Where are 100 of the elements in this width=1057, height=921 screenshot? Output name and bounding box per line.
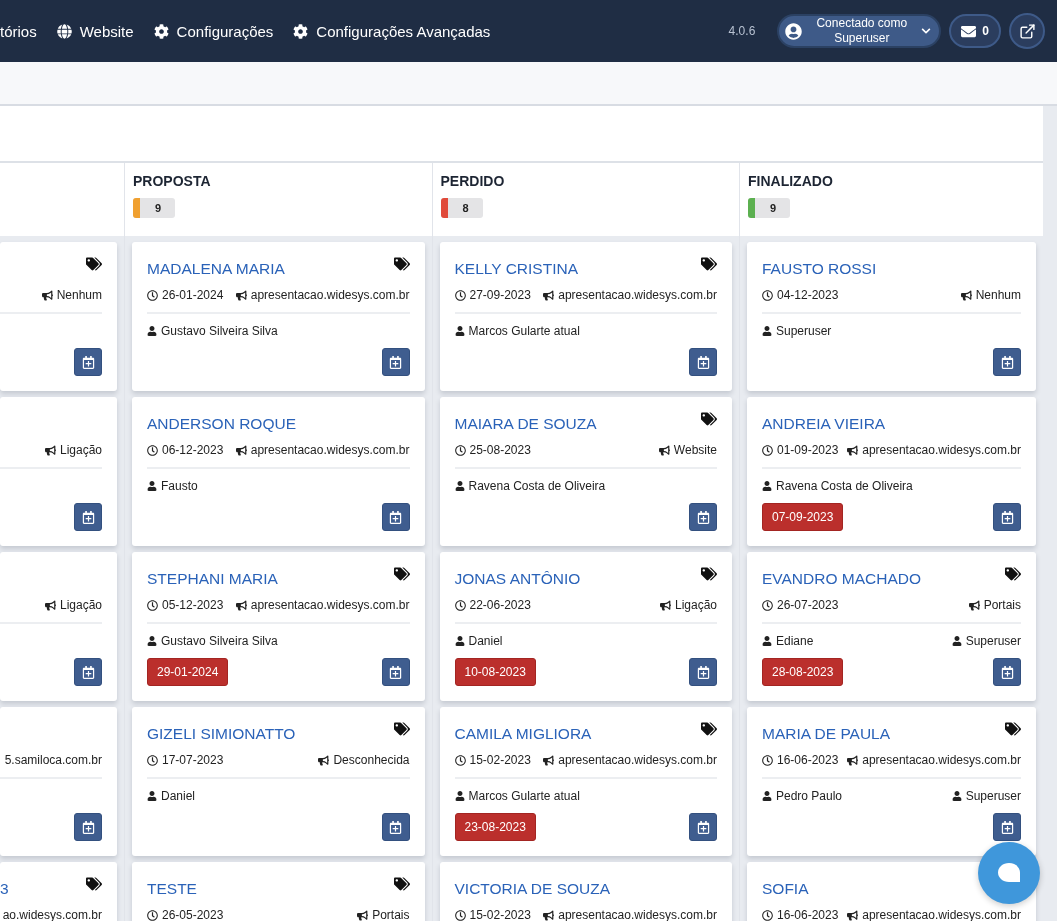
megaphone-icon [235,289,247,301]
user-icon [951,791,962,801]
schedule-button[interactable] [381,658,410,686]
lead-source: apresentacao.widesys.com.br [543,288,717,302]
tags-icon[interactable] [1005,566,1021,582]
schedule-button[interactable] [689,813,717,841]
lead-name[interactable]: STEPHANI MARIA [147,570,278,588]
chat-bubble-icon [997,862,1021,884]
owner-name: Daniel [147,788,196,804]
megaphone-icon [235,444,247,456]
lead-name[interactable]: CAMILA MIGLIORA [454,725,592,743]
due-date-badge: 29-01-2024 [147,658,229,686]
tags-icon[interactable] [393,256,410,272]
calendar-plus-icon [696,665,710,679]
tags-icon[interactable] [701,566,717,582]
schedule-button[interactable] [74,503,102,531]
tags-icon[interactable] [701,256,717,272]
lead-name[interactable]: ANDERSON ROQUE [147,415,296,433]
nav-link[interactable]: tórios [0,22,37,40]
lead-name[interactable]: MARIA DE PAULA [762,725,891,743]
lead-name[interactable]: JONAS ANTÔNIO [454,570,581,588]
user-icon [454,481,465,491]
nav-link[interactable]: Website [56,22,134,40]
schedule-button[interactable] [381,503,410,531]
megaphone-icon [847,444,859,456]
lead-name[interactable]: ANDREIA VIEIRA [762,415,886,433]
nav-link[interactable]: Configurações [153,22,274,40]
due-date-badge: 28-08-2023 [762,658,844,686]
schedule-button[interactable] [993,503,1021,531]
column-title: PROPOSTA [133,173,212,189]
clock-icon [454,754,466,766]
megaphone-icon [543,909,555,921]
lead-source: apresentacao.widesys.com.br [847,443,1021,457]
external-link-icon [1018,22,1036,40]
clock-icon [454,599,466,611]
schedule-button[interactable] [689,658,717,686]
count-badge: 9 [748,198,791,218]
lead-name[interactable]: EVANDRO MACHADO [762,570,922,588]
due-date-badge: 07-09-2023 [762,503,844,531]
clock-icon [762,599,773,611]
schedule-button[interactable] [74,658,102,686]
lead-source: 5.samiloca.com.br [4,753,102,767]
tags-icon[interactable] [393,566,410,582]
lead-name[interactable]: MAIARA DE SOUZA [454,415,597,433]
schedule-button[interactable] [689,348,717,376]
tags-icon[interactable] [393,876,410,892]
lead-name[interactable]: FAUSTO ROSSI [762,260,877,278]
tags-icon[interactable] [86,876,102,892]
schedule-button[interactable] [993,813,1021,841]
user-icon [147,481,157,491]
lead-name[interactable]: 3 [0,880,9,898]
lead-name[interactable]: GIZELI SIMIONATTO [147,725,296,743]
column-title: PERDIDO [440,173,506,189]
schedule-button[interactable] [381,348,410,376]
owner-name: Gustavo Silveira Silva [147,633,278,649]
user-icon [454,326,465,336]
created-date: 15-02-2023 [454,753,531,767]
calendar-plus-icon [81,665,95,679]
lead-source: Desconhecida [318,753,410,767]
lead-source: Nenhum [960,288,1021,302]
created-date: 17-07-2023 [147,753,224,767]
lead-name[interactable]: KELLY CRISTINA [454,260,578,278]
schedule-button[interactable] [689,503,717,531]
user-menu-button[interactable]: Conectado como Superuser [777,14,942,48]
clock-icon [762,909,773,921]
external-link-button[interactable] [1009,13,1045,49]
calendar-plus-icon [696,820,710,834]
tags-icon[interactable] [701,411,717,427]
schedule-button[interactable] [74,348,102,376]
envelope-icon [961,23,977,39]
calendar-plus-icon [696,510,710,524]
tags-icon[interactable] [86,256,102,272]
megaphone-icon [659,599,671,611]
lead-source: Portais [968,598,1021,612]
messages-button[interactable]: 0 [949,14,1001,48]
tags-icon[interactable] [1005,721,1021,737]
calendar-plus-icon [389,355,402,369]
megaphone-icon [41,289,53,301]
owner-name: Marcos Gularte atual [454,323,580,339]
megaphone-icon [658,444,670,456]
column-title: FINALIZADO [748,173,834,189]
tags-icon[interactable] [701,721,717,737]
count-badge: 8 [440,198,483,218]
lead-name[interactable]: VICTORIA DE SOUZA [454,880,611,898]
schedule-button[interactable] [993,658,1021,686]
lead-name[interactable]: MADALENA MARIA [147,260,285,278]
user-icon [762,791,772,801]
lead-source: Ligação [659,598,717,612]
clock-icon [147,289,158,301]
megaphone-icon [960,289,972,301]
user-icon [147,326,157,336]
schedule-button[interactable] [74,813,102,841]
lead-name[interactable]: SOFIA [762,880,809,898]
nav-link[interactable]: Configurações Avançadas [293,22,491,40]
tags-icon[interactable] [393,721,410,737]
schedule-button[interactable] [381,813,410,841]
owner-name: Daniel [454,633,503,649]
lead-name[interactable]: TESTE [147,880,197,898]
lead-source: apresentacao.widesys.com.br [235,288,410,302]
schedule-button[interactable] [993,348,1021,376]
